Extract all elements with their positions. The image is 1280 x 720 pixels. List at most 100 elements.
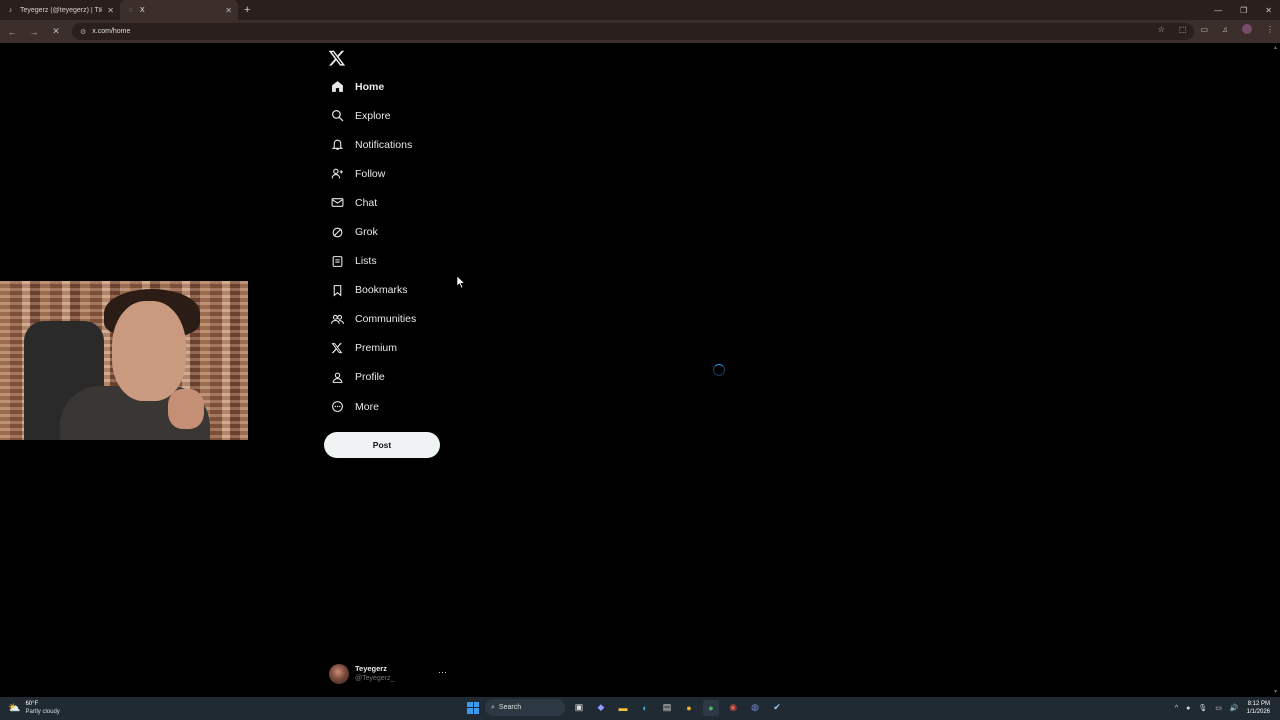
url-text: x.com/home bbox=[92, 28, 131, 35]
minimize-button[interactable]: — bbox=[1214, 6, 1222, 15]
start-button[interactable] bbox=[467, 701, 479, 714]
clock-time: 8:12 PM bbox=[1247, 701, 1270, 707]
post-button[interactable]: Post bbox=[324, 432, 440, 458]
scroll-up-icon[interactable]: ▲ bbox=[1273, 45, 1278, 51]
partly-cloudy-icon: ⛅ bbox=[8, 702, 21, 714]
taskbar-apps: ⌕ Search ▣ ◆ ▬ ◐ ▤ ● ● ◉ ◍ ✔ bbox=[467, 699, 785, 716]
media-icon[interactable]: ♫ bbox=[1222, 25, 1228, 34]
back-button[interactable]: ← bbox=[6, 27, 18, 37]
browser-toolbar: ← → ✕ ⚙ x.com/home ☆ ⬚ ▭ ♫ ⋮ bbox=[0, 20, 1280, 43]
mouse-cursor-icon bbox=[457, 276, 465, 288]
more-options-icon[interactable]: ··· bbox=[438, 667, 447, 677]
obs-icon[interactable]: ◉ bbox=[725, 700, 741, 716]
browser-tab-bar: ♪ Teyegerz (@teyegerz) | TikTok ✕ ◌ X ✕ … bbox=[0, 0, 1280, 20]
task-view-icon[interactable]: ▣ bbox=[571, 700, 587, 716]
chevron-up-icon[interactable]: ^ bbox=[1175, 705, 1178, 712]
search-placeholder: Search bbox=[498, 704, 522, 711]
sidepanel-icon[interactable]: ▭ bbox=[1200, 25, 1208, 34]
edge-icon[interactable]: ◐ bbox=[637, 700, 653, 716]
page-scrollbar[interactable]: ▲ ▼ bbox=[1272, 43, 1280, 697]
streamer-face bbox=[112, 301, 186, 401]
system-clock[interactable]: 8:12 PM 1/1/2026 bbox=[1247, 700, 1270, 716]
nav-home[interactable]: Home bbox=[324, 72, 454, 101]
chrome-active-icon[interactable]: ● bbox=[703, 699, 719, 716]
nav-label: Home bbox=[355, 80, 385, 93]
address-bar[interactable]: ⚙ x.com/home bbox=[72, 23, 1194, 40]
nav-premium[interactable]: Premium bbox=[324, 334, 454, 363]
account-handle: @Teyegerz_ bbox=[355, 675, 395, 682]
microphone-icon[interactable]: 🎙 bbox=[1198, 704, 1207, 712]
nav-notifications[interactable]: Notifications bbox=[324, 130, 454, 159]
profile-avatar[interactable] bbox=[1242, 24, 1252, 34]
bookmark-icon bbox=[330, 283, 344, 297]
copilot-icon[interactable]: ◆ bbox=[593, 700, 609, 716]
nav-chat[interactable]: Chat bbox=[324, 188, 454, 217]
nav-follow[interactable]: Follow bbox=[324, 159, 454, 188]
loading-icon: ◌ bbox=[128, 6, 133, 14]
account-name: Teyegerz bbox=[355, 664, 387, 673]
new-tab-button[interactable]: + bbox=[244, 0, 250, 20]
streamer-hand bbox=[168, 389, 204, 429]
windows-taskbar: ⛅ 60°F Partly cloudy ⌕ Search ▣ ◆ ▬ ◐ ▤ … bbox=[0, 697, 1280, 720]
menu-icon[interactable]: ⋮ bbox=[1266, 25, 1274, 34]
nav-more[interactable]: More bbox=[324, 392, 454, 421]
weather-widget[interactable]: ⛅ 60°F Partly cloudy bbox=[8, 700, 60, 716]
tab-title: X bbox=[140, 6, 145, 14]
clock-date: 1/1/2026 bbox=[1246, 709, 1270, 715]
nav-label: Grok bbox=[355, 226, 378, 239]
chrome-icon[interactable]: ● bbox=[681, 700, 697, 716]
nav-communities[interactable]: Communities bbox=[324, 305, 454, 334]
envelope-icon bbox=[330, 196, 344, 210]
weather-text: 60°F Partly cloudy bbox=[25, 700, 59, 716]
site-info-icon[interactable]: ⚙ bbox=[80, 28, 86, 36]
avatar bbox=[329, 664, 349, 684]
tab-title: Teyegerz (@teyegerz) | TikTok bbox=[20, 6, 103, 14]
display-icon[interactable]: ▭ bbox=[1215, 704, 1222, 712]
stop-loading-button[interactable]: ✕ bbox=[50, 26, 62, 37]
discord-icon[interactable]: ◍ bbox=[747, 700, 763, 716]
extensions-icon[interactable]: ⬚ bbox=[1179, 25, 1187, 34]
tray-app-icon[interactable]: ● bbox=[1186, 705, 1190, 712]
scroll-down-icon[interactable]: ▼ bbox=[1273, 689, 1278, 695]
nav-label: Communities bbox=[355, 313, 417, 326]
nav-label: Lists bbox=[355, 255, 377, 268]
volume-icon[interactable]: 🔊 bbox=[1230, 704, 1239, 712]
nav-label: Notifications bbox=[355, 138, 413, 151]
file-explorer-icon[interactable]: ▬ bbox=[615, 700, 631, 716]
x-logo[interactable] bbox=[328, 49, 346, 67]
nav-label: Bookmarks bbox=[355, 284, 408, 297]
home-icon bbox=[330, 80, 344, 94]
nav-label: More bbox=[355, 400, 379, 413]
nav-lists[interactable]: Lists bbox=[324, 247, 454, 276]
forward-button[interactable]: → bbox=[28, 27, 40, 37]
close-icon[interactable]: ✕ bbox=[107, 6, 114, 15]
webcam-overlay bbox=[0, 281, 248, 440]
nav-label: Explore bbox=[355, 109, 391, 122]
taskbar-search[interactable]: ⌕ Search bbox=[485, 699, 565, 716]
grok-icon bbox=[330, 225, 344, 239]
follow-icon bbox=[330, 167, 344, 181]
search-icon bbox=[330, 109, 344, 123]
close-icon[interactable]: ✕ bbox=[225, 6, 232, 15]
nav-bookmarks[interactable]: Bookmarks bbox=[324, 276, 454, 305]
browser-tab-x[interactable]: ◌ X ✕ bbox=[120, 0, 238, 20]
x-icon bbox=[330, 341, 344, 355]
close-window-button[interactable]: ✕ bbox=[1265, 6, 1272, 15]
nav-label: Profile bbox=[355, 371, 385, 384]
restore-button[interactable]: ❐ bbox=[1240, 6, 1247, 15]
bookmark-star-icon[interactable]: ☆ bbox=[1158, 25, 1165, 34]
system-tray: ^ ● 🎙 ▭ 🔊 8:12 PM 1/1/2026 bbox=[1175, 700, 1270, 716]
nav-grok[interactable]: Grok bbox=[324, 217, 454, 246]
steam-icon[interactable]: ✔ bbox=[769, 700, 785, 716]
browser-tab-tiktok[interactable]: ♪ Teyegerz (@teyegerz) | TikTok ✕ bbox=[0, 0, 120, 20]
list-icon bbox=[330, 254, 344, 268]
store-icon[interactable]: ▤ bbox=[659, 700, 675, 716]
nav-profile[interactable]: Profile bbox=[324, 363, 454, 392]
nav-label: Chat bbox=[355, 196, 378, 209]
account-switcher[interactable]: Teyegerz @Teyegerz_ ··· bbox=[329, 661, 451, 687]
person-icon bbox=[330, 370, 344, 384]
window-controls: — ❐ ✕ bbox=[1214, 0, 1272, 20]
nav-label: Follow bbox=[355, 167, 386, 180]
weather-condition: Partly cloudy bbox=[25, 709, 60, 715]
nav-explore[interactable]: Explore bbox=[324, 101, 454, 130]
